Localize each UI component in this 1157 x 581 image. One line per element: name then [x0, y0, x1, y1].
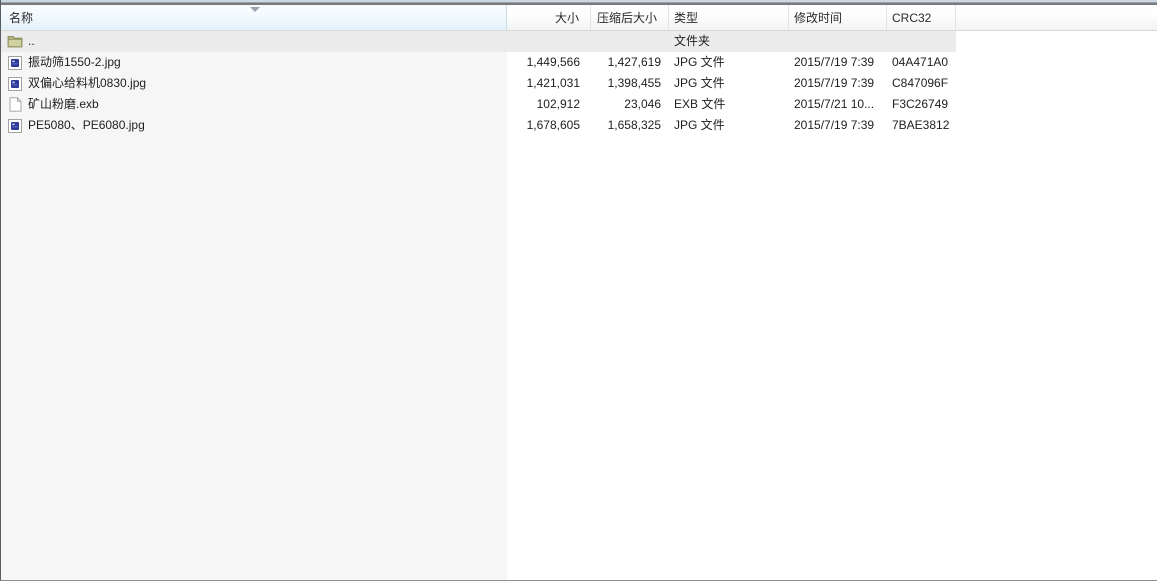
- image-file-icon: [7, 55, 23, 70]
- file-name-label: 矿山粉磨.exb: [28, 97, 99, 111]
- file-name-cell: PE5080、PE6080.jpg: [1, 115, 507, 136]
- file-crc32-cell: 7BAE3812: [892, 118, 950, 132]
- file-crc32-cell: 04A471A0: [892, 55, 949, 69]
- file-packed-size-cell: [591, 31, 669, 52]
- column-header-size[interactable]: 大小: [507, 5, 591, 30]
- file-modified-cell: 2015/7/19 7:39: [794, 55, 875, 69]
- column-header-row: 名称 大小 压缩后大小 类型 修改时间 CRC32: [1, 5, 1157, 31]
- file-size-cell: [507, 31, 591, 52]
- file-packed-size-cell: 1,658,325: [607, 118, 661, 132]
- file-name-label: ..: [28, 34, 35, 48]
- file-type-cell: EXB 文件: [674, 97, 726, 111]
- column-header-packed-size[interactable]: 压缩后大小: [591, 5, 669, 30]
- file-name-cell: 双偏心给料机0830.jpg: [1, 73, 507, 94]
- column-header-crc32[interactable]: CRC32: [887, 5, 956, 30]
- file-packed-size-cell: 1,398,455: [607, 76, 661, 90]
- file-size-cell: 1,449,566: [526, 55, 580, 69]
- file-row[interactable]: PE5080、PE6080.jpg 1,678,605 1,658,325 JP…: [1, 115, 956, 136]
- file-list: .. 文件夹 振动筛1550-2.jpg 1,449,566 1,427,619…: [1, 31, 1157, 136]
- column-header-size-label: 大小: [554, 11, 579, 25]
- file-name-label: 双偏心给料机0830.jpg: [28, 76, 147, 90]
- column-header-filler: [956, 5, 1157, 30]
- column-header-type[interactable]: 类型: [669, 5, 789, 30]
- file-modified-cell: 2015/7/19 7:39: [794, 118, 875, 132]
- folder-up-icon: [7, 34, 23, 49]
- file-name-cell: ..: [1, 31, 507, 52]
- file-name-cell: 矿山粉磨.exb: [1, 94, 507, 115]
- parent-folder-row[interactable]: .. 文件夹: [1, 31, 956, 52]
- file-modified-cell: 2015/7/19 7:39: [794, 76, 875, 90]
- file-row[interactable]: 双偏心给料机0830.jpg 1,421,031 1,398,455 JPG 文…: [1, 73, 956, 94]
- file-packed-size-cell: 23,046: [624, 97, 661, 111]
- image-file-icon: [7, 118, 23, 133]
- column-header-crc32-label: CRC32: [892, 10, 932, 25]
- file-modified-cell: [789, 31, 887, 52]
- file-type-cell: JPG 文件: [674, 76, 725, 90]
- column-header-modified-label: 修改时间: [794, 11, 843, 25]
- file-packed-size-cell: 1,427,619: [607, 55, 661, 69]
- file-row[interactable]: 矿山粉磨.exb 102,912 23,046 EXB 文件 2015/7/21…: [1, 94, 956, 115]
- file-type-cell: 文件夹: [674, 34, 711, 48]
- file-modified-cell: 2015/7/21 10...: [794, 97, 875, 111]
- document-file-icon: [7, 97, 23, 112]
- file-crc32-cell: F3C26749: [892, 97, 949, 111]
- column-header-name-label: 名称: [9, 11, 34, 25]
- file-crc32-cell: [887, 31, 956, 52]
- column-header-name[interactable]: 名称: [1, 5, 507, 30]
- column-header-packed-size-label: 压缩后大小: [596, 11, 657, 25]
- sort-descending-icon: [250, 7, 260, 12]
- image-file-icon: [7, 76, 23, 91]
- file-size-cell: 1,678,605: [526, 118, 580, 132]
- archive-file-list-window: 名称 大小 压缩后大小 类型 修改时间 CRC32 .. 文件夹 振动筛1550…: [0, 0, 1157, 581]
- file-type-cell: JPG 文件: [674, 55, 725, 69]
- file-crc32-cell: C847096F: [892, 76, 949, 90]
- file-name-label: 振动筛1550-2.jpg: [28, 55, 121, 69]
- file-name-cell: 振动筛1550-2.jpg: [1, 52, 507, 73]
- file-type-cell: JPG 文件: [674, 118, 725, 132]
- file-name-label: PE5080、PE6080.jpg: [28, 118, 145, 132]
- file-row[interactable]: 振动筛1550-2.jpg 1,449,566 1,427,619 JPG 文件…: [1, 52, 956, 73]
- column-header-modified[interactable]: 修改时间: [789, 5, 887, 30]
- file-size-cell: 102,912: [536, 97, 580, 111]
- file-size-cell: 1,421,031: [526, 76, 580, 90]
- column-header-type-label: 类型: [674, 11, 699, 25]
